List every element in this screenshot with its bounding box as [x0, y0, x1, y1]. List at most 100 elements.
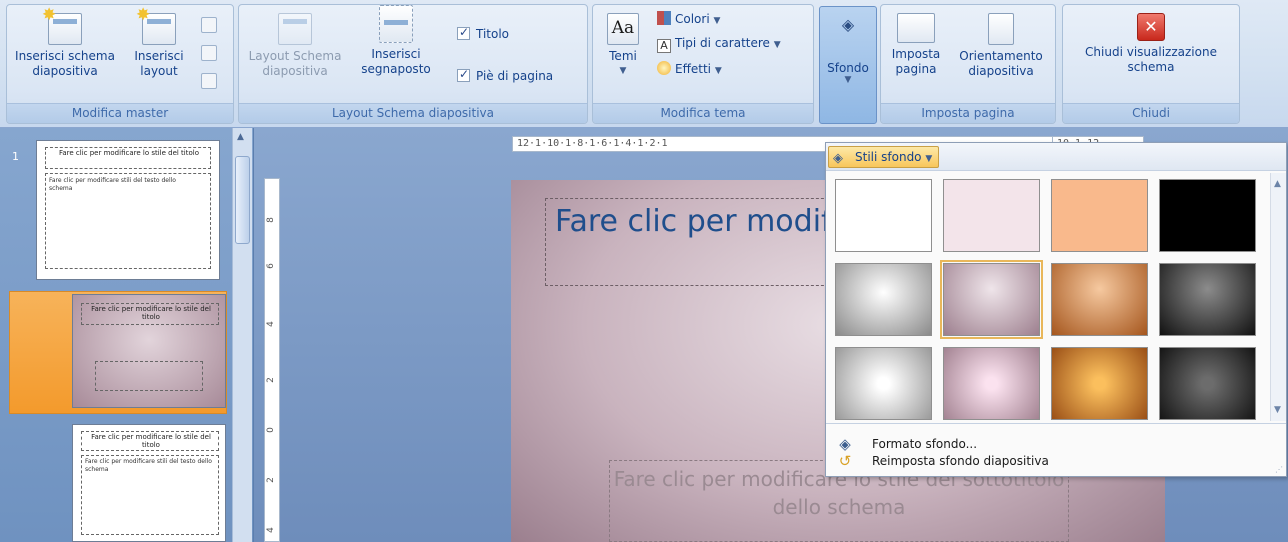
vruler-mark: 4: [265, 527, 276, 533]
background-style-8[interactable]: [1159, 263, 1256, 336]
group-edit-theme: Aa Temi ▼ Colori ▼ A Tipi di carattere ▼ …: [592, 4, 814, 124]
fonts-button[interactable]: A Tipi di carattere ▼: [657, 36, 781, 53]
group-page-setup: Imposta pagina Orientamento diapositiva …: [880, 4, 1056, 124]
gallery-scroll-down-icon[interactable]: ▼: [1274, 405, 1281, 415]
background-label: Sfondo: [827, 61, 869, 75]
effects-caret-icon: ▼: [714, 66, 722, 76]
layout-icon: ✸: [136, 7, 176, 45]
thumbnail-scrollbar[interactable]: ▲: [232, 128, 252, 542]
colors-label: Colori: [675, 12, 710, 26]
slide-number: 1: [12, 150, 19, 163]
thumb-content-title: Fare clic per modificare lo stile del ti…: [91, 433, 211, 449]
delete-icon[interactable]: [201, 17, 217, 33]
reset-background-label: Reimposta sfondo diapositiva: [872, 454, 1049, 468]
resize-grip-icon[interactable]: ⋰: [1275, 465, 1283, 474]
thumb-body-text: Fare clic per modificare stili del testo…: [49, 177, 176, 192]
background-styles-gallery: ◈ Stili sfondo ▼ ▲ ▼ ◈ Formato sfondo... …: [825, 142, 1287, 477]
vertical-ruler: 8 6 4 2 0 2 4: [264, 178, 280, 542]
insert-placeholder-button[interactable]: Inserisci segnaposto: [351, 5, 441, 77]
vruler-mark: 2: [265, 377, 276, 383]
background-style-12[interactable]: [1159, 347, 1256, 420]
close-master-view-label: Chiudi visualizzazione schema: [1085, 45, 1217, 74]
group-label-master: Modifica master: [7, 103, 233, 123]
background-style-7[interactable]: [1051, 263, 1148, 336]
background-style-9[interactable]: [835, 347, 932, 420]
gallery-scrollbar[interactable]: ▲ ▼: [1270, 173, 1286, 421]
insert-layout-label: Inserisci layout: [134, 49, 184, 78]
ribbon: ✸ Inserisci schema diapositiva ✸ Inseris…: [0, 0, 1288, 128]
group-master-layout: Layout Schema diapositiva Inserisci segn…: [238, 4, 588, 124]
scrollbar-thumb[interactable]: [235, 156, 250, 244]
close-master-view-button[interactable]: ✕ Chiudi visualizzazione schema: [1067, 13, 1235, 75]
title-check-icon: [457, 25, 470, 40]
slide-thumbnail-title-layout[interactable]: Fare clic per modificare lo stile del ti…: [72, 294, 226, 408]
gallery-header: ◈ Stili sfondo ▼: [826, 143, 1286, 171]
preserve-icon[interactable]: [201, 73, 217, 89]
thumb-content-body-text: Fare clic per modificare stili del testo…: [85, 458, 212, 473]
background-styles-label: Stili sfondo: [855, 150, 922, 164]
background-style-2[interactable]: [943, 179, 1040, 252]
background-button[interactable]: ◈ Sfondo ▼: [819, 6, 877, 124]
slide-thumbnail-content-layout[interactable]: Fare clic per modificare lo stile del ti…: [72, 424, 226, 542]
background-styles-button[interactable]: ◈ Stili sfondo ▼: [828, 146, 940, 168]
group-close: ✕ Chiudi visualizzazione schema Chiudi: [1062, 4, 1240, 124]
master-layout-button[interactable]: Layout Schema diapositiva: [243, 13, 347, 79]
background-icon: ◈: [841, 15, 855, 34]
background-style-1[interactable]: [835, 179, 932, 252]
effects-icon: [657, 61, 671, 75]
themes-label: Temi: [609, 49, 637, 63]
group-label-layout: Layout Schema diapositiva: [239, 103, 587, 123]
page-setup-button[interactable]: Imposta pagina: [885, 13, 947, 77]
slide-orientation-button[interactable]: Orientamento diapositiva: [949, 13, 1053, 79]
insert-slide-master-button[interactable]: ✸ Inserisci schema diapositiva: [11, 7, 119, 79]
footer-check-icon: [457, 67, 470, 82]
gallery-scroll-up-icon[interactable]: ▲: [1274, 179, 1281, 189]
orientation-icon: [988, 13, 1014, 45]
effects-label: Effetti: [675, 62, 711, 76]
background-caret-icon: ▼: [844, 75, 852, 85]
slide-thumbnail-master[interactable]: Fare clic per modificare lo stile del ti…: [36, 140, 220, 280]
fonts-icon: A: [657, 39, 671, 53]
footer-checkbox[interactable]: Piè di pagina: [457, 67, 554, 84]
background-style-3[interactable]: [1051, 179, 1148, 252]
master-layout-label: Layout Schema diapositiva: [248, 49, 342, 78]
footer-checkbox-label: Piè di pagina: [476, 69, 554, 83]
colors-icon: [657, 11, 671, 25]
background-style-10[interactable]: [943, 347, 1040, 420]
scroll-up-icon[interactable]: ▲: [237, 132, 244, 142]
background-styles-caret-icon: ▼: [925, 154, 933, 164]
page-setup-label: Imposta pagina: [891, 47, 941, 76]
thumbnail-pane: 1 Fare clic per modificare lo stile del …: [0, 128, 254, 542]
thumb-title: Fare clic per modificare lo stile del ti…: [58, 149, 200, 157]
insert-placeholder-label: Inserisci segnaposto: [361, 47, 431, 76]
gallery-separator: [826, 423, 1286, 424]
themes-caret-icon: ▼: [619, 66, 627, 76]
insert-slide-master-label: Inserisci schema diapositiva: [15, 49, 115, 78]
colors-button[interactable]: Colori ▼: [657, 11, 720, 29]
background-styles-icon: ◈: [833, 151, 843, 166]
themes-button[interactable]: Aa Temi ▼: [601, 13, 645, 79]
master-layout-icon: [278, 13, 312, 45]
fonts-label: Tipi di carattere: [675, 36, 770, 50]
format-background-label: Formato sfondo...: [872, 437, 978, 451]
insert-layout-button[interactable]: ✸ Inserisci layout: [127, 7, 191, 79]
title-checkbox[interactable]: Titolo: [457, 25, 510, 42]
close-icon: ✕: [1137, 13, 1165, 41]
group-label-close: Chiudi: [1063, 103, 1239, 123]
vruler-mark: 2: [265, 477, 276, 483]
background-style-11[interactable]: [1051, 347, 1148, 420]
group-edit-master: ✸ Inserisci schema diapositiva ✸ Inseris…: [6, 4, 234, 124]
colors-caret-icon: ▼: [713, 16, 721, 26]
rename-icon[interactable]: [201, 45, 217, 61]
thumb-layout-title: Fare clic per modificare lo stile del ti…: [91, 305, 211, 321]
background-style-4[interactable]: [1159, 179, 1256, 252]
reset-background-icon: ↺: [838, 452, 852, 470]
title-checkbox-label: Titolo: [476, 27, 510, 41]
background-style-6[interactable]: [940, 260, 1043, 339]
thumb-layout-subtitle-placeholder: [95, 361, 203, 391]
background-style-5[interactable]: [835, 263, 932, 336]
effects-button[interactable]: Effetti ▼: [657, 61, 722, 79]
vruler-mark: 8: [265, 217, 276, 223]
placeholder-icon: [379, 5, 413, 43]
themes-icon: Aa: [607, 13, 639, 45]
